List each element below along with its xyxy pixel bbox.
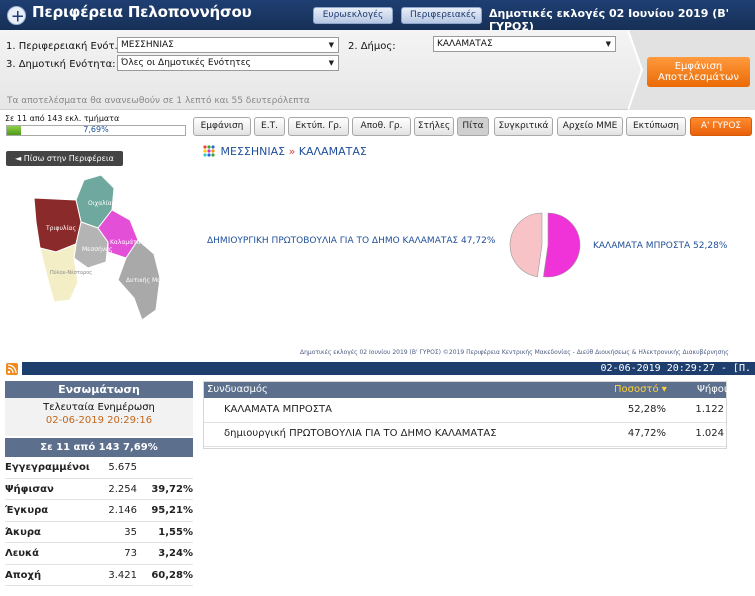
- back-to-region-button[interactable]: ◄ Πίσω στην Περιφέρεια: [6, 151, 123, 166]
- progress-text: Σε 11 από 143 εκλ. τμήματα: [5, 114, 120, 123]
- party-percent: 47,72%: [627, 428, 666, 439]
- stat-percent: 3,24%: [158, 548, 193, 559]
- map-label-oichalia: Οιχαλίας: [88, 200, 115, 207]
- stat-value: 73: [124, 548, 137, 559]
- pie-slice-kalamata-brosta[interactable]: [543, 212, 581, 278]
- stat-row: Έγκυρα 2.146 95,21%: [5, 500, 193, 522]
- tab-pie[interactable]: Πίτα: [457, 117, 489, 136]
- municipality-label: 2. Δήμος:: [348, 41, 396, 52]
- table-row[interactable]: ΚΑΛΑΜΑΤΑ ΜΠΡΟΣΤΑ 52,28% 1.122: [204, 399, 726, 423]
- pie-label-right: ΚΑΛΑΜΑΤΑ ΜΠΡΟΣΤΑ 52,28%: [593, 241, 728, 251]
- region-unit-value: ΜΕΣΣΗΝΙΑΣ: [121, 40, 174, 50]
- regional-elections-button[interactable]: Περιφερειακές: [401, 7, 482, 24]
- stat-label: Λευκά: [5, 548, 40, 559]
- municipal-unit-label: 3. Δημοτική Ενότητα:: [6, 59, 116, 70]
- breadcrumb-municipality[interactable]: ΚΑΛΑΜΑΤΑΣ: [299, 145, 367, 158]
- party-name: ΚΑΛΑΜΑΤΑ ΜΠΡΟΣΤΑ: [224, 404, 332, 415]
- euro-elections-button[interactable]: Ευρωεκλογές: [313, 7, 393, 24]
- region-logo-icon: [7, 6, 26, 25]
- breadcrumb-region[interactable]: ΜΕΣΣΗΝΙΑΣ: [221, 145, 286, 158]
- tab-save-graph[interactable]: Αποθ. Γρ.: [352, 117, 411, 136]
- pie-label-left: ΔΗΜΙΟΥΡΓΙΚΗ ΠΡΩΤΟΒΟΥΛΙΑ ΓΙΑ ΤΟ ΔΗΜΟ ΚΑΛΑ…: [207, 236, 496, 246]
- map-label-kalamata: Καλαμάτας: [110, 239, 144, 246]
- stat-value: 5.675: [108, 462, 137, 473]
- region-title: Περιφέρεια Πελοποννήσου: [32, 3, 252, 21]
- municipal-unit-value: Όλες οι Δημοτικές Ενότητες: [121, 58, 251, 68]
- region-unit-select[interactable]: ΜΕΣΣΗΝΙΑΣ ▼: [117, 37, 339, 53]
- municipal-unit-select[interactable]: Όλες οι Δημοτικές Ενότητες ▼: [117, 55, 339, 71]
- stat-row: Άκυρα 35 1,55%: [5, 522, 193, 543]
- last-update-box: Τελευταία Ενημέρωση 02-06-2019 20:29:16: [5, 398, 193, 436]
- tab-first-round[interactable]: Α' ΓΥΡΟΣ: [690, 117, 752, 136]
- rss-icon[interactable]: [6, 363, 18, 375]
- region-unit-label: 1. Περιφερειακή Ενότ.:: [6, 41, 122, 52]
- last-update-label: Τελευταία Ενημέρωση: [43, 402, 155, 413]
- stat-label: Αποχή: [5, 569, 42, 581]
- stat-percent: 39,72%: [151, 483, 193, 495]
- update-notice: Τα αποτελέσματα θα ανανεωθούν σε 1 λεπτό…: [7, 96, 310, 106]
- party-name: δημιουργική ΠΡΩΤΟΒΟΥΛΙΑ ΓΙΑ ΤΟ ΔΗΜΟ ΚΑΛΑ…: [224, 428, 497, 439]
- table-row[interactable]: δημιουργική ΠΡΩΤΟΒΟΥΛΙΑ ΓΙΑ ΤΟ ΔΗΜΟ ΚΑΛΑ…: [204, 423, 726, 447]
- chevron-down-icon: ▼: [328, 59, 334, 67]
- stat-value: 2.146: [108, 505, 137, 516]
- party-percent: 52,28%: [627, 404, 666, 415]
- date-ticker: 02-06-2019 20:29:27 - [Π.: [22, 362, 755, 375]
- grid-dots-icon: [203, 145, 215, 157]
- tab-columns[interactable]: Στήλες: [414, 117, 454, 136]
- stat-percent: 95,21%: [151, 505, 193, 516]
- stat-row: Ψήφισαν 2.254 39,72%: [5, 479, 193, 500]
- breadcrumb: ΜΕΣΣΗΝΙΑΣ » ΚΑΛΑΜΑΤΑΣ: [203, 143, 367, 158]
- stat-percent: 1,55%: [158, 526, 193, 538]
- breadcrumb-separator: »: [288, 145, 296, 158]
- summary-panel: Ενσωμάτωση Τελευταία Ενημέρωση 02-06-201…: [5, 381, 193, 586]
- stat-label: Ψήφισαν: [5, 483, 54, 495]
- tab-comparative[interactable]: Συγκριτικά: [494, 117, 553, 136]
- tab-et[interactable]: Ε.Τ.: [254, 117, 285, 136]
- stat-label: Έγκυρα: [5, 505, 49, 516]
- chevron-down-icon: ▼: [328, 41, 334, 49]
- results-table: Συνδυασμός Ποσοστό ▾ Ψήφοι ΚΑΛΑΜΑΤΑ ΜΠΡΟ…: [203, 381, 727, 449]
- map-label-west-mani: Δυτικής Μάνης: [126, 277, 172, 284]
- stat-row: Εγγεγραμμένοι 5.675: [5, 457, 193, 479]
- stat-value: 3.421: [108, 569, 137, 581]
- party-votes: 1.024: [695, 428, 724, 439]
- results-table-header: Συνδυασμός Ποσοστό ▾ Ψήφοι: [204, 382, 727, 398]
- tab-media-file[interactable]: Αρχείο ΜΜΕ: [557, 117, 623, 136]
- chart-footnote: Δημοτικές εκλογές 02 Ιουνίου 2019 (Β' ΓΥ…: [300, 349, 729, 356]
- summary-count: Σε 11 από 143 7,69%: [5, 438, 193, 457]
- party-votes: 1.122: [695, 404, 724, 415]
- chevron-down-icon: ▼: [605, 40, 611, 48]
- messinia-map: Τριφυλίας Οιχαλίας Καλαμάτας Μεσσήνης Πύ…: [33, 174, 172, 321]
- stat-row: Λευκά 73 3,24%: [5, 543, 193, 565]
- results-pie-chart: [509, 212, 581, 278]
- last-update-value: 02-06-2019 20:29:16: [45, 415, 153, 426]
- stat-value: 35: [124, 526, 137, 538]
- map-label-pylos: Πύλου-Νέστορος: [50, 269, 92, 276]
- tab-print[interactable]: Εκτύπωση: [626, 117, 686, 136]
- tab-display[interactable]: Εμφάνιση: [193, 117, 251, 136]
- stat-label: Εγγεγραμμένοι: [5, 462, 90, 473]
- stat-label: Άκυρα: [5, 526, 41, 538]
- stat-percent: 60,28%: [151, 569, 193, 581]
- municipality-value: ΚΑΛΑΜΑΤΑΣ: [437, 39, 493, 49]
- stat-row: Αποχή 3.421 60,28%: [5, 565, 193, 586]
- pie-slice-dimiourgiki[interactable]: [509, 212, 543, 278]
- progress-percent: 7,69%: [83, 125, 109, 134]
- top-header: Περιφέρεια Πελοποννήσου Ευρωεκλογές Περι…: [0, 0, 755, 33]
- column-party[interactable]: Συνδυασμός: [207, 382, 268, 398]
- map-label-messini: Μεσσήνης: [82, 246, 113, 253]
- date-ticker-text: 02-06-2019 20:29:27 - [Π.: [600, 363, 751, 374]
- summary-header: Ενσωμάτωση: [5, 381, 193, 398]
- stat-value: 2.254: [108, 483, 137, 495]
- map-label-trifylia: Τριφυλίας: [45, 225, 76, 232]
- column-percent[interactable]: Ποσοστό ▾: [614, 382, 667, 398]
- column-votes[interactable]: Ψήφοι: [697, 382, 727, 398]
- tab-print-graph[interactable]: Εκτύπ. Γρ.: [288, 117, 349, 136]
- progress-bar: 7,69%: [6, 125, 186, 136]
- municipality-select[interactable]: ΚΑΛΑΜΑΤΑΣ ▼: [433, 36, 616, 52]
- show-results-button[interactable]: Εμφάνιση Αποτελεσμάτων: [647, 57, 750, 87]
